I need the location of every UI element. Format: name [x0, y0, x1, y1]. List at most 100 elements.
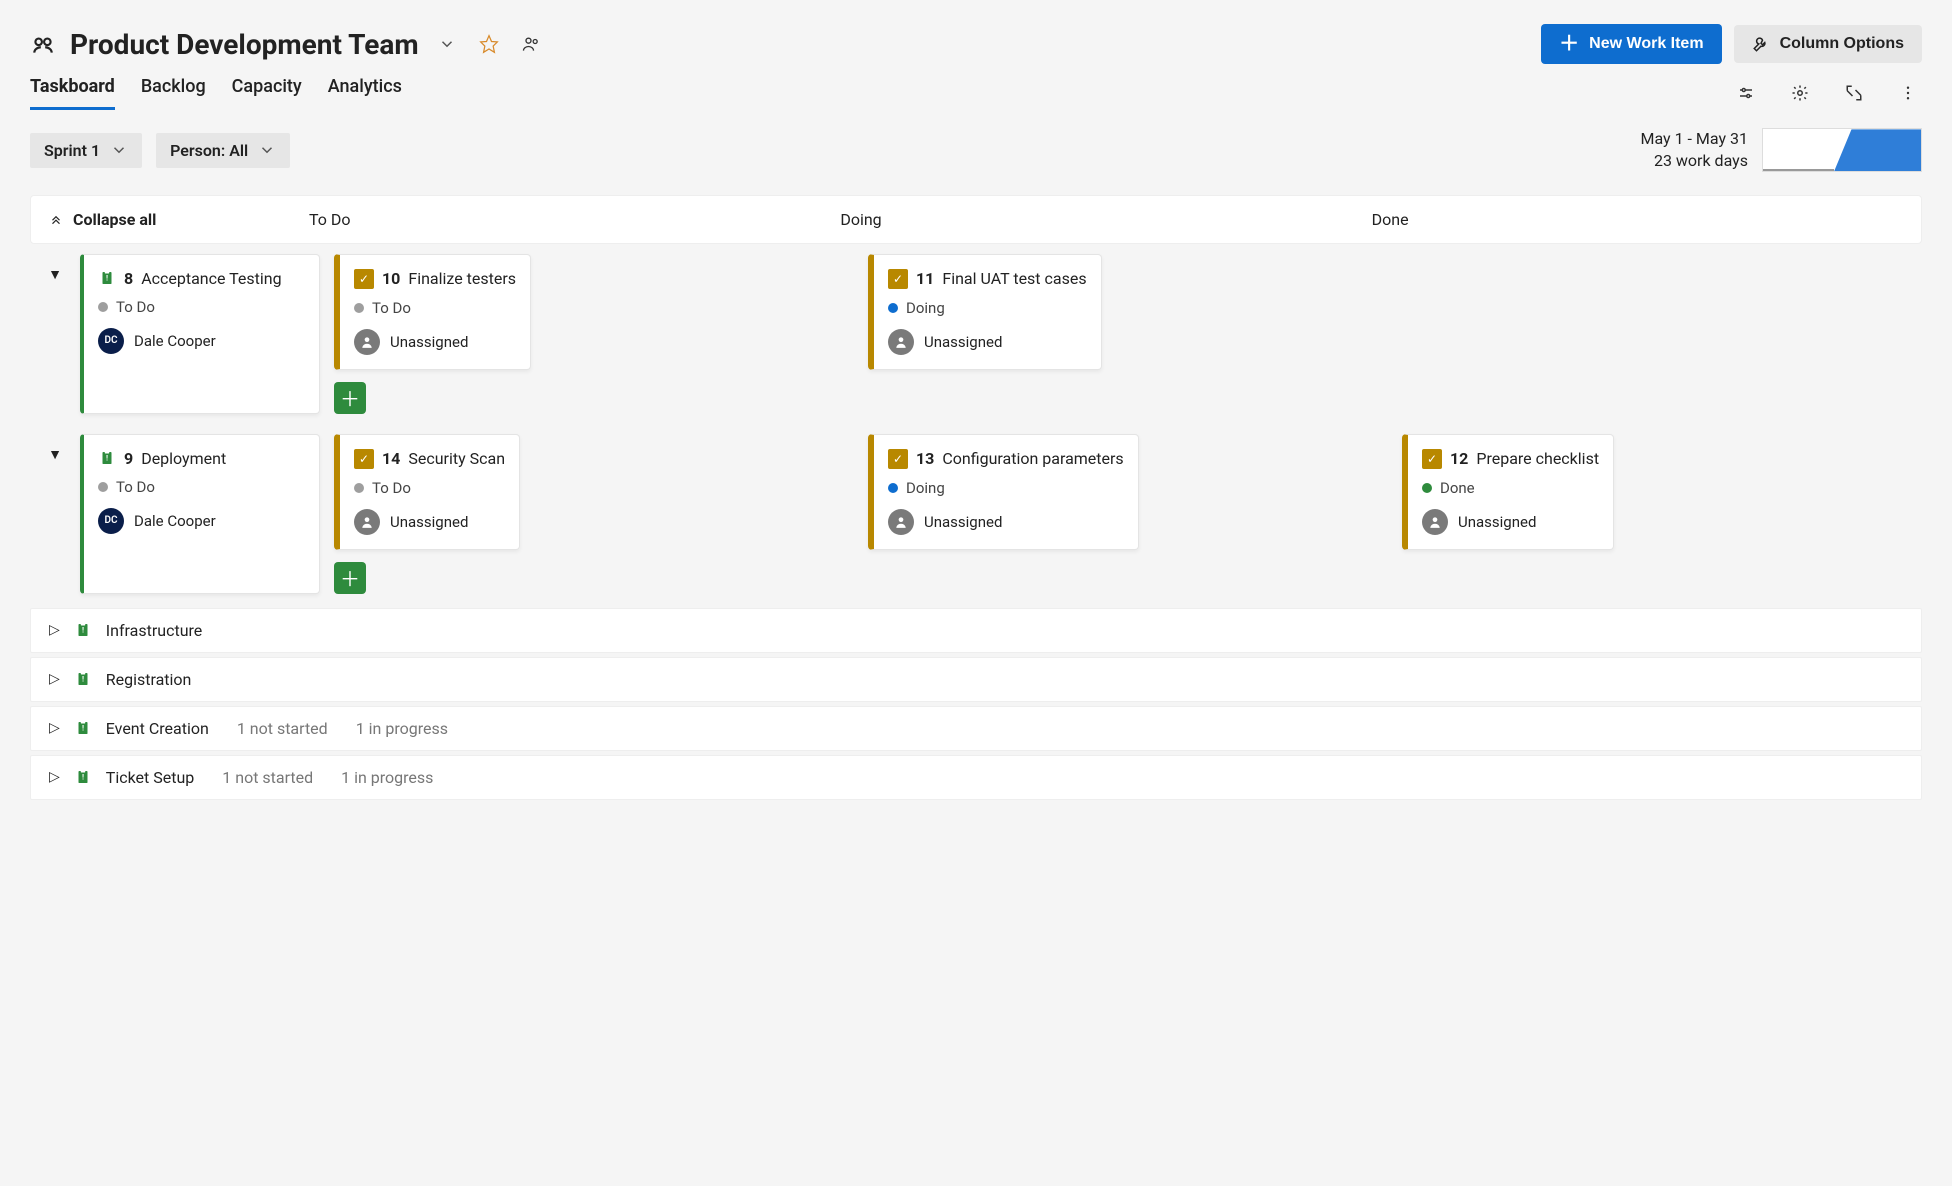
card-assignee: Unassigned: [390, 333, 468, 351]
svg-text:!: !: [106, 273, 108, 282]
task-check-icon: ✓: [354, 269, 374, 289]
unassigned-icon: [888, 509, 914, 535]
person-dropdown-label: Person: All: [170, 141, 248, 160]
card-assignee: Unassigned: [924, 513, 1002, 531]
unassigned-icon: [354, 509, 380, 535]
column-cell-doing: ✓ 13 Configuration parameters Doing: [868, 434, 1388, 594]
tab-capacity[interactable]: Capacity: [232, 76, 302, 110]
status-dot-icon: [888, 303, 898, 313]
card-id: 11: [916, 269, 934, 288]
card-id: 9: [124, 449, 133, 468]
column-options-label: Column Options: [1780, 35, 1904, 53]
clipboard-icon: !: [74, 719, 92, 737]
clipboard-icon: !: [74, 768, 92, 786]
tab-taskboard[interactable]: Taskboard: [30, 76, 115, 110]
filter-options-button[interactable]: [1732, 79, 1760, 107]
person-dropdown[interactable]: Person: All: [156, 133, 290, 168]
sprint-dropdown-label: Sprint 1: [44, 141, 100, 160]
collapsed-swimlane[interactable]: ▷ ! Registration: [30, 657, 1922, 702]
task-check-icon: ✓: [888, 449, 908, 469]
card-status: Done: [1440, 479, 1475, 497]
members-button[interactable]: [517, 30, 545, 58]
chevron-down-icon: [110, 141, 128, 159]
add-task-button[interactable]: ＋: [334, 382, 366, 414]
title-dropdown-button[interactable]: [433, 30, 461, 58]
new-work-item-button[interactable]: ＋ New Work Item: [1541, 24, 1721, 64]
favorite-button[interactable]: [475, 30, 503, 58]
column-options-button[interactable]: Column Options: [1734, 25, 1922, 63]
collapsed-swimlane[interactable]: ▷ ! Ticket Setup 1 not started 1 in prog…: [30, 755, 1922, 800]
burndown-chart[interactable]: [1762, 128, 1922, 172]
task-check-icon: ✓: [888, 269, 908, 289]
star-icon: [479, 34, 499, 54]
expand-icon: ▷: [49, 622, 60, 638]
unassigned-icon: [1422, 509, 1448, 535]
card-title: Security Scan: [408, 449, 505, 468]
sprint-text: May 1 - May 31 23 work days: [1640, 128, 1748, 173]
filter-row: Sprint 1 Person: All May 1 - May 31 23 w…: [30, 128, 1922, 173]
collapsed-title: Ticket Setup: [106, 768, 194, 787]
page-title: Product Development Team: [70, 28, 419, 61]
clipboard-icon: !: [74, 621, 92, 639]
task-card[interactable]: ✓ 10 Finalize testers To Do Un: [334, 254, 531, 370]
card-assignee: Dale Cooper: [134, 332, 216, 350]
collapse-icon: [49, 212, 63, 226]
column-cell-todo: ✓ 14 Security Scan To Do Unass: [334, 434, 854, 594]
task-check-icon: ✓: [354, 449, 374, 469]
card-status: To Do: [372, 299, 411, 317]
taskboard: Collapse all To Do Doing Done ▼ ! 8 Acce…: [30, 195, 1922, 800]
expand-icon: ▷: [49, 671, 60, 687]
settings-button[interactable]: [1786, 79, 1814, 107]
header-right: ＋ New Work Item Column Options: [1541, 24, 1922, 64]
swimlane-collapse-button[interactable]: ▼: [30, 428, 80, 600]
more-options-button[interactable]: [1894, 79, 1922, 107]
sprint-dropdown[interactable]: Sprint 1: [30, 133, 142, 168]
tabs-left: Taskboard Backlog Capacity Analytics: [30, 76, 402, 110]
column-cell-doing: ✓ 11 Final UAT test cases Doing: [868, 254, 1388, 414]
swimlane-collapse-button[interactable]: ▼: [30, 248, 80, 420]
expand-icon: ▷: [49, 769, 60, 785]
task-card[interactable]: ✓ 12 Prepare checklist Done Un: [1402, 434, 1614, 550]
column-cell-todo: ✓ 10 Finalize testers To Do Un: [334, 254, 854, 414]
card-title: Prepare checklist: [1476, 449, 1599, 468]
collapsed-meta-in-progress: 1 in progress: [356, 719, 448, 738]
sprint-date-range: May 1 - May 31: [1640, 128, 1748, 150]
tabs-right: [1732, 79, 1922, 107]
collapsed-swimlane[interactable]: ▷ ! Infrastructure: [30, 608, 1922, 653]
status-dot-icon: [98, 302, 108, 312]
svg-text:!: !: [82, 626, 84, 635]
card-id: 8: [124, 269, 133, 288]
collapsed-meta-in-progress: 1 in progress: [341, 768, 433, 787]
tab-analytics[interactable]: Analytics: [328, 76, 402, 110]
clipboard-icon: !: [74, 670, 92, 688]
add-task-button[interactable]: ＋: [334, 562, 366, 594]
sprint-work-days: 23 work days: [1640, 150, 1748, 172]
collapsed-swimlane[interactable]: ▷ ! Event Creation 1 not started 1 in pr…: [30, 706, 1922, 751]
team-icon: [30, 31, 56, 57]
card-status: To Do: [116, 298, 155, 316]
svg-text:!: !: [82, 675, 84, 684]
chevron-down-icon: [258, 141, 276, 159]
parent-card[interactable]: ! 9 Deployment To Do DC Dale Cooper: [80, 434, 320, 594]
swimlane-body: ! 8 Acceptance Testing To Do DC Dale Coo…: [80, 248, 1922, 420]
task-card[interactable]: ✓ 14 Security Scan To Do Unass: [334, 434, 520, 550]
tab-backlog[interactable]: Backlog: [141, 76, 206, 110]
fullscreen-button[interactable]: [1840, 79, 1868, 107]
parent-card[interactable]: ! 8 Acceptance Testing To Do DC Dale Coo…: [80, 254, 320, 414]
card-title: Final UAT test cases: [942, 269, 1086, 288]
task-card[interactable]: ✓ 13 Configuration parameters Doing: [868, 434, 1139, 550]
card-status: Doing: [906, 299, 945, 317]
swimlane: ▼ ! 9 Deployment To Do DC Dale Cooper: [30, 428, 1922, 600]
sprint-info: May 1 - May 31 23 work days: [1640, 128, 1922, 173]
collapsed-title: Event Creation: [106, 719, 209, 738]
collapse-all-button[interactable]: Collapse all: [49, 210, 309, 229]
status-dot-icon: [98, 482, 108, 492]
svg-text:!: !: [106, 453, 108, 462]
filter-left: Sprint 1 Person: All: [30, 133, 290, 168]
card-id: 14: [382, 449, 400, 468]
status-dot-icon: [354, 303, 364, 313]
task-card[interactable]: ✓ 11 Final UAT test cases Doing: [868, 254, 1102, 370]
header-left: Product Development Team: [30, 28, 545, 61]
clipboard-icon: !: [98, 269, 116, 287]
unassigned-icon: [354, 329, 380, 355]
